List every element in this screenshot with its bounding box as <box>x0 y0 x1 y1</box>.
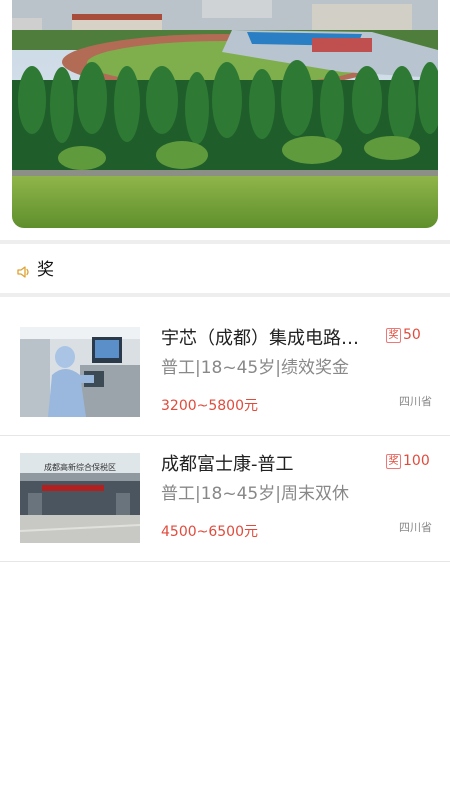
job-location: 四川省 <box>399 521 432 534</box>
job-thumbnail <box>20 327 140 417</box>
job-title[interactable]: 成都富士康-普工 <box>161 453 373 477</box>
job-title[interactable]: 宇芯（成都）集成电路封装测试有限公司 <box>161 327 373 351</box>
award-icon: 奖 <box>386 327 401 343</box>
job-tags: 普工|18~45岁|绩效奖金 <box>161 358 349 378</box>
section-divider <box>0 293 450 297</box>
job-thumbnail: 成都高新综合保税区 <box>20 453 140 543</box>
speaker-icon <box>16 264 32 280</box>
job-salary: 3200~5800元 <box>161 398 258 414</box>
row-divider <box>0 561 450 562</box>
job-tags: 普工|18~45岁|周末双休 <box>161 484 349 504</box>
notice-text: 奖 <box>37 260 54 280</box>
award-badge: 奖 100 <box>386 452 430 470</box>
award-amount: 50 <box>403 327 421 343</box>
notice-bar[interactable]: 奖 <box>0 244 450 294</box>
award-amount: 100 <box>403 453 430 469</box>
award-icon: 奖 <box>386 453 401 469</box>
banner-image[interactable] <box>12 0 438 228</box>
award-badge: 奖 50 <box>386 326 421 344</box>
job-salary: 4500~6500元 <box>161 524 258 540</box>
campus-aerial-photo <box>12 0 438 228</box>
job-card[interactable]: 成都高新综合保税区 成都富士康-普工 奖 100 普工|18~45岁|周末双休 … <box>0 436 450 561</box>
thumb-sign-text: 成都高新综合保税区 <box>44 462 116 472</box>
job-location: 四川省 <box>399 395 432 408</box>
job-card[interactable]: 宇芯（成都）集成电路封装测试有限公司 奖 50 普工|18~45岁|绩效奖金 3… <box>0 310 450 435</box>
